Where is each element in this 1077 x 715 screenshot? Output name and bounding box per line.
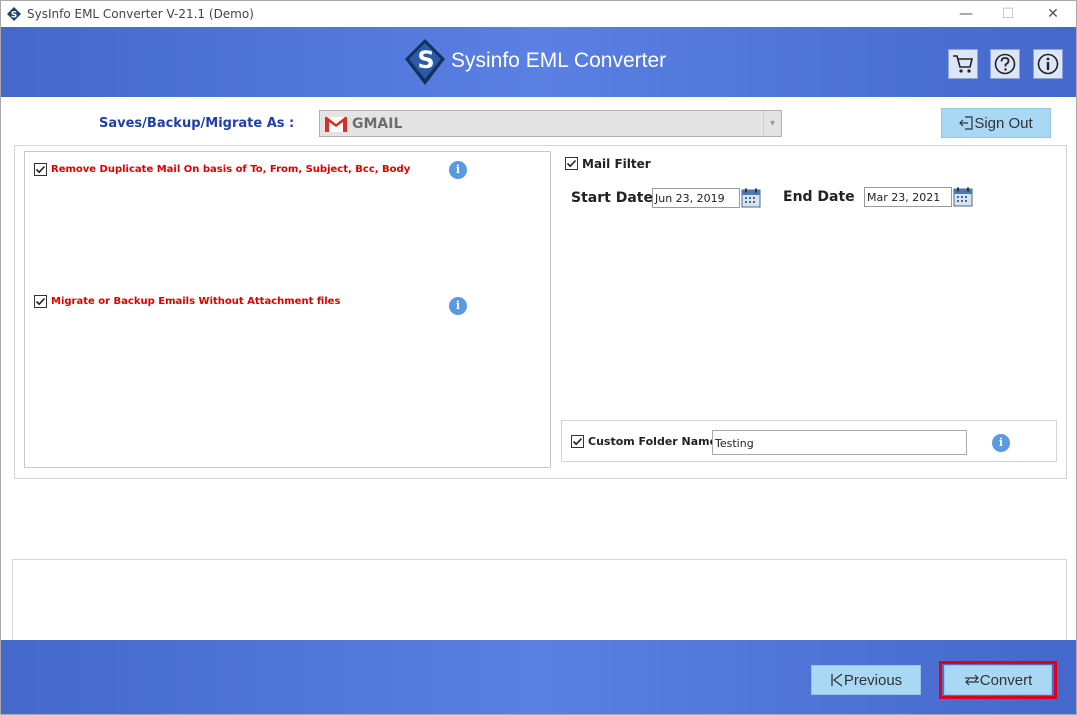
minimize-button[interactable]: —	[946, 1, 986, 27]
checkmark-icon	[35, 297, 46, 306]
app-header: S Sysinfo EML Converter	[1, 27, 1076, 97]
svg-text:S: S	[11, 11, 17, 21]
saves-as-label: Saves/Backup/Migrate As :	[99, 116, 295, 131]
sign-out-icon	[959, 116, 973, 130]
mail-filter-label: Mail Filter	[582, 157, 651, 171]
checkmark-icon	[35, 165, 46, 174]
maximize-button[interactable]: ☐	[988, 1, 1028, 27]
sign-out-label: Sign Out	[974, 114, 1033, 132]
sign-out-button[interactable]: Sign Out	[941, 108, 1051, 138]
format-select[interactable]: GMAIL ▾	[319, 110, 782, 137]
cart-button[interactable]	[948, 49, 978, 79]
chevron-down-icon[interactable]: ▾	[763, 111, 781, 136]
log-area	[12, 559, 1067, 641]
remove-duplicate-label: Remove Duplicate Mail On basis of To, Fr…	[51, 164, 411, 175]
convert-icon	[964, 674, 979, 686]
info-icon	[1037, 53, 1059, 75]
without-attachment-checkbox[interactable]	[34, 295, 47, 308]
convert-label: Convert	[979, 671, 1033, 689]
previous-label: Previous	[843, 671, 903, 689]
convert-button[interactable]: Convert	[944, 665, 1052, 695]
selected-format: GMAIL	[352, 116, 403, 132]
previous-icon	[831, 673, 843, 687]
checkmark-icon	[572, 437, 583, 446]
window-title: SysInfo EML Converter V-21.1 (Demo)	[27, 7, 254, 21]
app-logo-icon: S	[7, 7, 21, 21]
end-date-field[interactable]: Mar 23, 2021	[864, 187, 952, 207]
checkmark-icon	[566, 159, 577, 168]
sysinfo-logo-icon: S	[405, 39, 445, 85]
mail-options-panel	[24, 151, 551, 468]
title-bar: S SysInfo EML Converter V-21.1 (Demo) — …	[1, 1, 1076, 27]
remove-duplicate-checkbox[interactable]	[34, 163, 47, 176]
app-window: S SysInfo EML Converter V-21.1 (Demo) — …	[0, 0, 1077, 715]
custom-folder-label: Custom Folder Name	[588, 435, 718, 448]
close-button[interactable]: ✕	[1033, 1, 1073, 27]
help-button[interactable]	[990, 49, 1020, 79]
start-date-field[interactable]: Jun 23, 2019	[652, 188, 740, 208]
end-date-label: End Date	[783, 189, 855, 205]
app-title: Sysinfo EML Converter	[451, 49, 667, 72]
cart-icon	[953, 55, 974, 73]
previous-button[interactable]: Previous	[811, 665, 921, 695]
custom-folder-input[interactable]: Testing	[712, 430, 967, 455]
without-attachment-label: Migrate or Backup Emails Without Attachm…	[51, 296, 341, 307]
start-date-calendar-icon[interactable]	[741, 188, 761, 208]
svg-text:S: S	[417, 46, 434, 74]
custom-folder-checkbox[interactable]	[571, 435, 584, 448]
without-attachment-info-icon[interactable]: i	[449, 297, 467, 315]
custom-folder-info-icon[interactable]: i	[992, 434, 1010, 452]
gmail-icon	[325, 117, 347, 132]
help-icon	[994, 53, 1016, 75]
mail-filter-checkbox[interactable]	[565, 157, 578, 170]
info-button[interactable]	[1033, 49, 1063, 79]
remove-duplicate-info-icon[interactable]: i	[449, 161, 467, 179]
end-date-calendar-icon[interactable]	[953, 187, 973, 207]
start-date-label: Start Date	[571, 190, 653, 206]
